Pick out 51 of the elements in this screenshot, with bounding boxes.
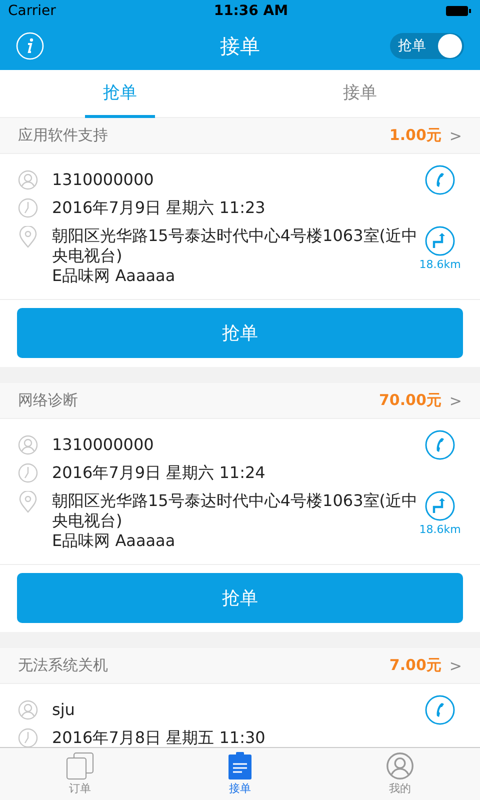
shop-name: E品味网 Aaaaaa <box>52 531 176 551</box>
shop-name: E品味网 Aaaaaa <box>52 266 176 286</box>
status-time: 11:36 AM <box>214 3 288 19</box>
phone-icon[interactable] <box>425 695 455 725</box>
order-time: 2016年7月9日 星期六 11:23 <box>52 198 266 218</box>
order-header[interactable]: 无法系统关机 7.00元 > <box>0 648 480 684</box>
distance-label: 18.6km <box>419 523 461 536</box>
battery-icon <box>446 5 472 17</box>
order-address: 朝阳区光华路15号泰达时代中心4号楼1063室(近中央电视台) <box>52 491 418 531</box>
clipboard-icon <box>228 752 252 780</box>
order-title: 网络诊断 <box>18 391 79 410</box>
distance-label: 18.6km <box>419 258 461 271</box>
chevron: > <box>449 392 462 410</box>
order-time: 2016年7月8日 星期五 11:30 <box>52 728 266 747</box>
person-icon <box>386 752 414 780</box>
phone-icon[interactable] <box>425 165 455 195</box>
order-header[interactable]: 应用软件支持 1.00元 > <box>0 118 480 154</box>
person-icon <box>18 170 38 190</box>
tab-bar-item[interactable]: 我的 <box>320 748 480 800</box>
chevron: > <box>449 126 462 144</box>
contact-text: sju <box>52 700 76 720</box>
route-icon[interactable] <box>425 226 455 256</box>
documents-icon <box>65 752 95 780</box>
route-icon[interactable] <box>425 491 455 521</box>
person-icon <box>18 435 38 455</box>
grab-order-button[interactable]: 抢单 <box>17 573 463 623</box>
tab-bar-item[interactable]: 接单 <box>160 748 320 800</box>
contact-text: 1310000000 <box>52 170 155 190</box>
tab[interactable]: 接单 <box>325 70 395 118</box>
order-price: 70.00元 <box>378 391 442 410</box>
order-title: 应用软件支持 <box>18 126 109 145</box>
tab-bar-item[interactable]: 订单 <box>0 748 160 800</box>
carrier-label: Carrier <box>8 3 56 19</box>
location-pin-icon <box>18 226 38 248</box>
clock-icon <box>18 198 38 218</box>
phone-icon[interactable] <box>425 430 455 460</box>
grab-order-button[interactable]: 抢单 <box>17 308 463 358</box>
person-icon <box>18 700 38 720</box>
chevron: > <box>449 656 462 674</box>
nav-title: 接单 <box>220 32 260 60</box>
order-time: 2016年7月9日 星期六 11:24 <box>52 463 266 483</box>
grab-toggle[interactable]: 抢单 <box>390 33 464 59</box>
location-pin-icon <box>18 491 38 513</box>
order-price: 7.00元 <box>389 656 442 675</box>
order-price: 1.00元 <box>389 126 442 145</box>
clock-icon <box>18 463 38 483</box>
order-title: 无法系统关机 <box>18 656 109 675</box>
order-address: 朝阳区光华路15号泰达时代中心4号楼1063室(近中央电视台) <box>52 226 418 266</box>
order-header[interactable]: 网络诊断 70.00元 > <box>0 383 480 419</box>
info-icon[interactable] <box>16 32 44 60</box>
contact-text: 1310000000 <box>52 435 155 455</box>
